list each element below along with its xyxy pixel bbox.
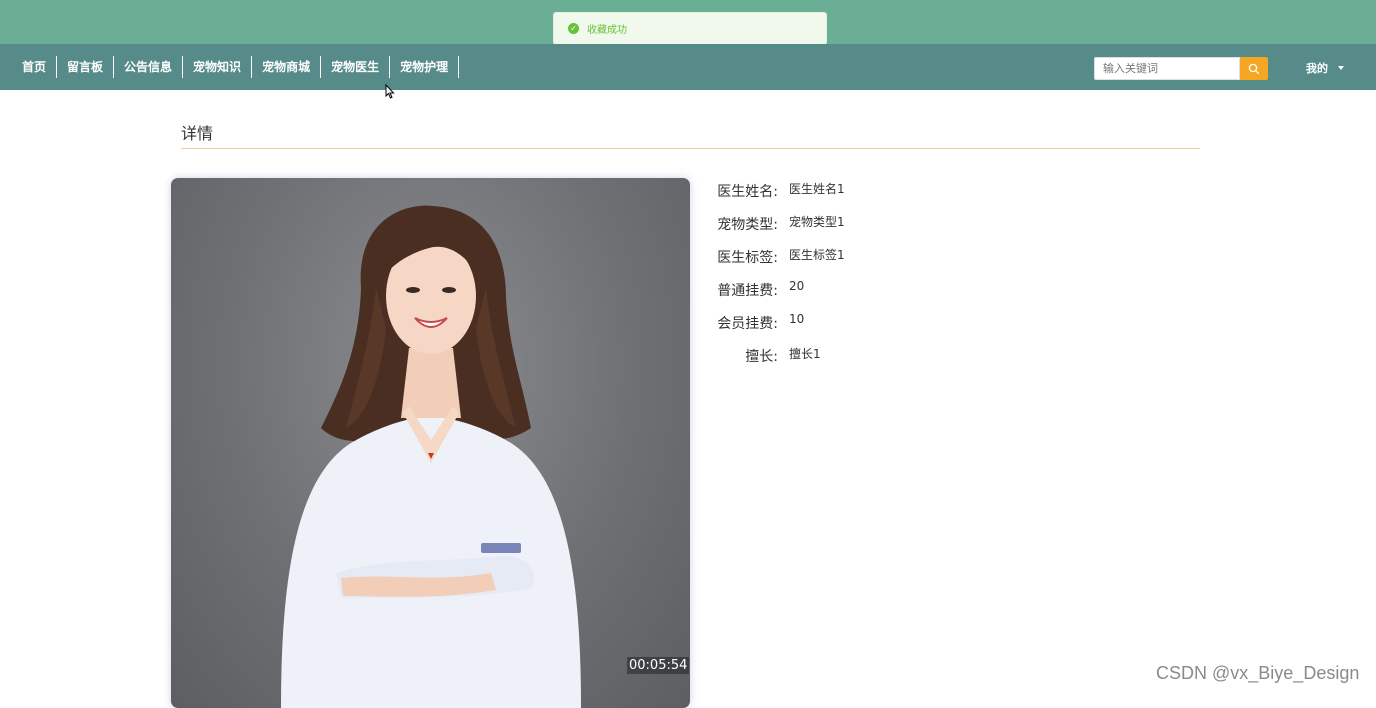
info-label: 医生标签:: [717, 250, 778, 266]
info-label: 宠物类型:: [717, 217, 778, 233]
user-menu[interactable]: 我的: [1306, 60, 1344, 76]
doctor-portrait-illustration: [281, 205, 581, 708]
info-value: 20: [789, 279, 805, 293]
search-bar: [1094, 57, 1268, 80]
info-row: 宠物类型: 宠物类型1: [700, 211, 845, 244]
info-value: 宠物类型1: [789, 215, 845, 229]
toast-message: 收藏成功: [587, 25, 627, 36]
info-value: 医生姓名1: [789, 182, 845, 196]
detail-title: 详情: [181, 124, 214, 143]
nav-item-pet-knowledge[interactable]: 宠物知识: [183, 56, 253, 78]
info-row: 擅长: 擅长1: [700, 343, 845, 376]
nav-menu: 首页 留言板 公告信息 宠物知识 宠物商城 宠物医生 宠物护理: [12, 56, 460, 78]
main-navbar: 首页 留言板 公告信息 宠物知识 宠物商城 宠物医生 宠物护理 我的: [0, 44, 1376, 90]
caret-down-icon: [1338, 66, 1344, 70]
nav-item-pet-shop[interactable]: 宠物商城: [252, 56, 322, 78]
info-row: 医生姓名: 医生姓名1: [700, 178, 845, 211]
search-icon: [1248, 63, 1260, 74]
info-label: 会员挂费:: [717, 316, 778, 332]
info-label: 医生姓名:: [717, 184, 778, 200]
info-value: 10: [789, 312, 805, 326]
user-menu-label: 我的: [1306, 62, 1328, 75]
doctor-photo[interactable]: [171, 178, 690, 708]
video-timestamp: 00:05:54: [627, 657, 690, 674]
nav-item-announcements[interactable]: 公告信息: [114, 56, 184, 78]
nav-item-pet-care[interactable]: 宠物护理: [390, 56, 460, 78]
watermark: CSDN @vx_Biye_Design: [1156, 663, 1360, 683]
search-button[interactable]: [1240, 57, 1268, 80]
info-row: 会员挂费: 10: [700, 310, 845, 343]
info-row: 普通挂费: 20: [700, 277, 845, 310]
success-toast: ✓ 收藏成功: [553, 12, 827, 45]
mouse-cursor-icon: [385, 84, 395, 99]
nav-item-home[interactable]: 首页: [12, 56, 58, 78]
search-input[interactable]: [1094, 57, 1240, 80]
nav-item-message-board[interactable]: 留言板: [57, 56, 115, 78]
nav-item-pet-doctor[interactable]: 宠物医生: [321, 56, 391, 78]
info-row: 医生标签: 医生标签1: [700, 244, 845, 277]
doctor-info: 医生姓名: 医生姓名1 宠物类型: 宠物类型1 医生标签: 医生标签1 普通挂费…: [700, 178, 845, 376]
title-divider: [181, 148, 1200, 149]
check-circle-icon: ✓: [568, 23, 579, 34]
info-label: 普通挂费:: [717, 283, 778, 299]
info-label: 擅长:: [745, 349, 778, 365]
info-value: 擅长1: [789, 347, 821, 361]
info-value: 医生标签1: [789, 248, 845, 262]
